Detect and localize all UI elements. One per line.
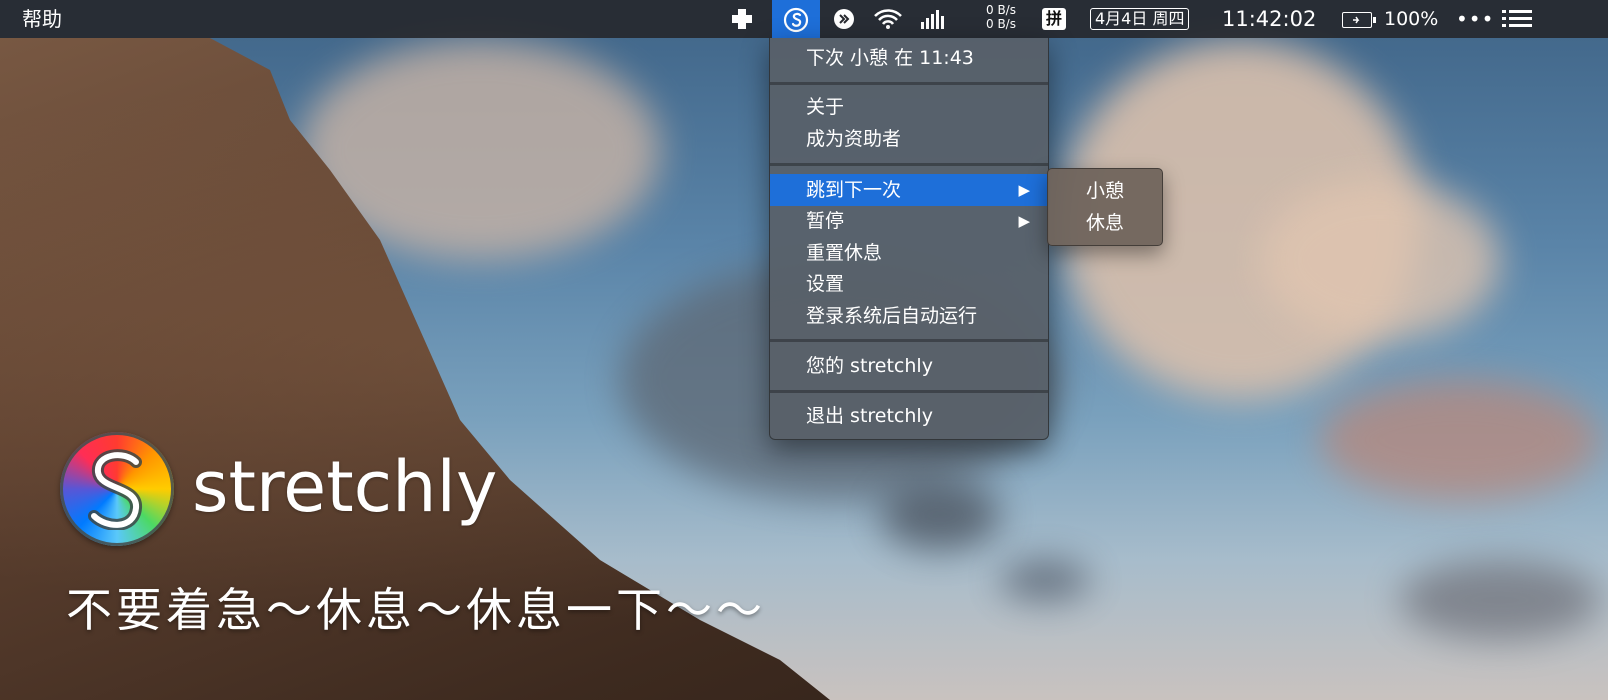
menu-item-quit[interactable]: 退出 stretchly [770,400,1048,432]
menu-item-your-stretchly[interactable]: 您的 stretchly [770,350,1048,382]
skip-to-next-label: 跳到下一次 [806,179,902,201]
menu-separator [770,82,1048,85]
menu-item-run-at-login[interactable]: 登录系统后自动运行 [770,300,1048,332]
submenu-arrow-icon: ▶ [1018,212,1030,230]
battery-icon[interactable] [1342,12,1376,28]
menu-item-sponsor[interactable]: 成为资助者 [770,123,1048,155]
date-display[interactable]: 4月4日 周四 [1090,8,1190,30]
network-download-speed: 0 B/s [986,17,1016,31]
tagline-text: 不要着急～休息～休息一下～～ [66,583,766,637]
menu-bar: 帮助 0 B/s 0 B/s 拼 4月4日 周四 11:42:02 100% •… [0,0,1608,38]
clock[interactable]: 11:42:02 [1222,0,1316,38]
cloud [1400,560,1600,640]
cloud [1260,180,1500,340]
cloud [1320,380,1600,500]
cloud [1000,560,1090,600]
charging-plug-icon [1353,16,1360,24]
stretchly-s-logo-icon [88,449,142,530]
app-name-title: stretchly [192,446,498,528]
more-icon[interactable]: ••• [1456,0,1494,38]
stretchly-dropdown-menu: 下次 小憩 在 11:43 关于 成为资助者 跳到下一次 ▶ 暂停 ▶ 重置休息… [769,38,1049,440]
battery-percentage[interactable]: 100% [1384,0,1438,38]
menu-separator [770,390,1048,393]
submenu-item-long-break[interactable]: 休息 [1048,207,1162,239]
input-method-icon[interactable]: 拼 [1042,8,1066,30]
menu-item-next-break: 下次 小憩 在 11:43 [770,42,1048,74]
medical-cross-icon[interactable] [731,8,753,30]
submenu-item-mini-break[interactable]: 小憩 [1048,175,1162,207]
menu-separator [770,339,1048,342]
run-at-login-label: 登录系统后自动运行 [806,305,978,327]
menu-item-pause[interactable]: 暂停 ▶ [770,205,1048,237]
pause-label: 暂停 [806,210,845,232]
help-menu[interactable]: 帮助 [22,0,62,38]
sponsor-label: 成为资助者 [806,128,902,150]
network-upload-speed: 0 B/s [986,3,1016,17]
reset-breaks-label: 重置休息 [806,242,883,264]
submenu-arrow-icon: ▶ [1018,181,1030,199]
settings-label: 设置 [806,273,845,295]
about-label: 关于 [806,96,845,118]
network-speed-readout[interactable]: 0 B/s 0 B/s [986,3,1016,31]
cloud [880,480,1000,550]
stretchly-logo [60,432,174,546]
menu-item-reset-breaks[interactable]: 重置休息 [770,237,1048,269]
menu-item-settings[interactable]: 设置 [770,268,1048,300]
notification-center-icon[interactable] [1502,10,1532,28]
quit-label: 退出 stretchly [806,405,933,427]
stretchly-tray-button[interactable] [772,0,820,38]
menu-item-skip-to-next[interactable]: 跳到下一次 ▶ [770,174,1048,206]
next-break-label: 下次 小憩 在 11:43 [806,47,974,69]
activity-graph-icon[interactable] [918,8,948,30]
skip-to-next-submenu: 小憩 休息 [1047,168,1163,246]
remote-desktop-icon[interactable] [833,8,855,30]
your-stretchly-label: 您的 stretchly [806,355,933,377]
menu-item-about[interactable]: 关于 [770,91,1048,123]
stretchly-tray-icon [783,7,809,33]
wifi-icon[interactable] [873,8,903,30]
menu-separator [770,163,1048,166]
